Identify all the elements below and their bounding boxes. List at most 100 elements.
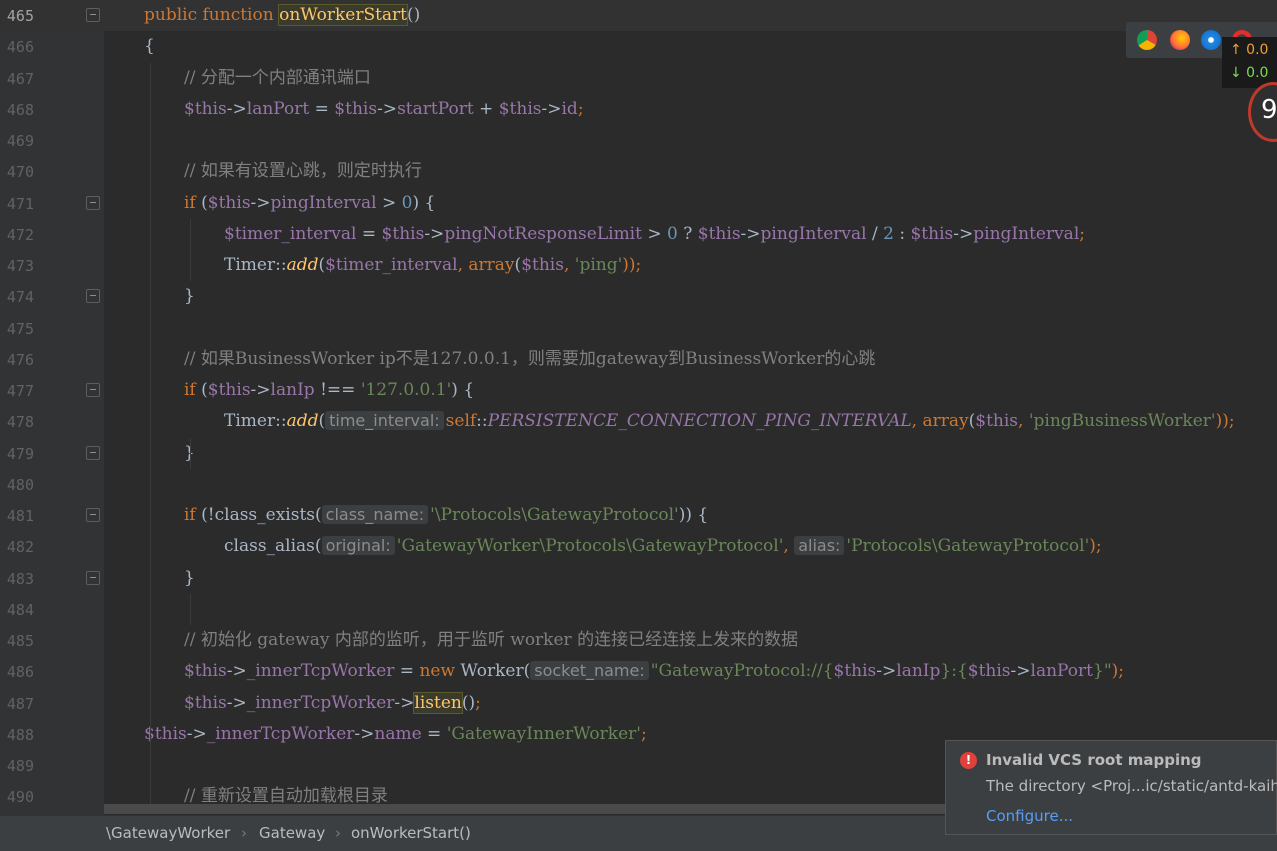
code-token: '\Protocols\GatewayProtocol' [430, 505, 679, 525]
code-text[interactable]: class_alias(original: 'GatewayWorker\Prot… [224, 535, 1102, 557]
code-line[interactable]: 487 $this->_innerTcpWorker->listen(); [0, 688, 1277, 719]
code-text[interactable]: Timer::add($timer_interval, array($this,… [224, 254, 641, 276]
code-line[interactable]: 470 // 如果有设置心跳，则定时执行 [0, 156, 1277, 187]
fold-marker-icon[interactable] [86, 508, 100, 522]
line-number: 476 [6, 350, 34, 369]
code-text[interactable]: // 如果有设置心跳，则定时执行 [184, 160, 422, 182]
code-line[interactable]: 477 if ($this->lanIp !== '127.0.0.1') { [0, 375, 1277, 406]
code-line[interactable]: 476 // 如果BusinessWorker ip不是127.0.0.1，则需要… [0, 344, 1277, 375]
code-line[interactable]: 480 [0, 469, 1277, 500]
code-text[interactable]: public function onWorkerStart() [144, 4, 420, 26]
code-token: ); [1111, 661, 1125, 682]
code-line[interactable]: 469 [0, 125, 1277, 156]
line-number: 465 [6, 7, 34, 25]
code-line[interactable]: 483} [0, 563, 1277, 594]
code-line[interactable]: 465 public function onWorkerStart() [0, 0, 1277, 31]
code-line[interactable]: 485 // 初始化 gateway 内部的监听，用于监听 worker 的连接已… [0, 625, 1277, 656]
code-text[interactable]: Timer::add(time_interval: self::PERSISTEN… [224, 410, 1235, 432]
breadcrumb-method[interactable]: onWorkerStart() [351, 824, 471, 842]
configure-link[interactable]: Configure... [986, 807, 1073, 825]
code-line[interactable]: 479} [0, 438, 1277, 469]
code-token: -> [250, 192, 271, 213]
code-token: > [376, 192, 402, 213]
code-line[interactable]: 478 Timer::add(time_interval: self::PERSIS… [0, 406, 1277, 437]
breadcrumb-class[interactable]: Gateway [259, 824, 325, 842]
code-token: if [184, 192, 196, 213]
code-line[interactable]: 471 if ($this->pingInterval > 0) { [0, 188, 1277, 219]
fold-marker-icon[interactable] [86, 570, 100, 585]
line-number: 474 [6, 288, 34, 307]
code-line[interactable]: 472 $timer_interval = $this->pingNotRespo… [0, 219, 1277, 250]
code-token: "GatewayProtocol://{ [650, 661, 834, 682]
code-token: $this [521, 255, 564, 275]
code-token: $this [381, 223, 425, 244]
code-token: $this [975, 411, 1019, 432]
fold-marker-icon[interactable] [86, 445, 100, 460]
code-line[interactable]: 484 [0, 594, 1277, 625]
code-text[interactable]: $timer_interval = $this->pingNotResponse… [224, 223, 1085, 245]
code-text[interactable]: $this->_innerTcpWorker->listen(); [184, 691, 481, 714]
breadcrumb-namespace[interactable]: \GatewayWorker [106, 824, 230, 842]
code-token: -> [953, 223, 974, 244]
code-token: if [184, 380, 196, 400]
code-text[interactable]: $this->_innerTcpWorker = new Worker(sock… [184, 660, 1124, 682]
code-text[interactable]: { [144, 35, 155, 57]
fold-marker-icon[interactable] [86, 289, 100, 304]
code-token: '127.0.0.1' [360, 380, 452, 400]
fold-marker-icon[interactable] [86, 8, 100, 22]
chevron-right-icon: › [241, 824, 247, 842]
code-text[interactable]: // 分配一个内部通讯端口 [184, 67, 371, 89]
code-token: = [421, 723, 447, 744]
code-line[interactable]: 466 { [0, 31, 1277, 62]
vcs-notification[interactable]: ! Invalid VCS root mapping The directory… [945, 740, 1277, 835]
notification-title: Invalid VCS root mapping [986, 751, 1202, 769]
code-text[interactable]: // 如果BusinessWorker ip不是127.0.0.1，则需要加ga… [184, 348, 875, 370]
indent-guide [150, 62, 151, 813]
code-token: add [286, 255, 319, 275]
code-token: :: [275, 255, 287, 275]
code-token: $this [184, 692, 227, 713]
code-line[interactable]: 468 $this->lanPort = $this->startPort + $… [0, 94, 1277, 125]
code-token: , [1018, 411, 1029, 432]
code-line[interactable]: 482 class_alias(original: 'GatewayWorker\P… [0, 531, 1277, 562]
line-number: 486 [6, 663, 34, 682]
horizontal-scrollbar[interactable] [104, 804, 945, 814]
parameter-hint: socket_name: [530, 661, 649, 681]
code-line[interactable]: 467 // 分配一个内部通讯端口 [0, 63, 1277, 94]
fold-marker-icon[interactable] [86, 195, 100, 210]
code-line[interactable]: 474} [0, 281, 1277, 312]
code-token: : [893, 223, 911, 244]
code-token: public function [144, 5, 280, 25]
firefox-icon[interactable] [1170, 30, 1190, 50]
code-text[interactable]: if ($this->pingInterval > 0) { [184, 192, 435, 214]
code-token: self [445, 411, 477, 432]
code-text[interactable]: $this->lanPort = $this->startPort + $thi… [184, 98, 584, 120]
code-text[interactable]: } [184, 285, 195, 307]
code-token: 'GatewayWorker\Protocols\GatewayProtocol… [396, 536, 784, 557]
code-token: , [783, 536, 795, 557]
line-number: 473 [6, 257, 34, 275]
code-text[interactable]: $this->_innerTcpWorker->name = 'GatewayI… [144, 723, 647, 745]
safari-icon[interactable] [1201, 30, 1221, 50]
code-text[interactable]: if ($this->lanIp !== '127.0.0.1') { [184, 379, 474, 401]
code-token: array [468, 255, 515, 275]
code-token: -> [226, 692, 247, 713]
code-token: , [457, 255, 469, 275]
code-line[interactable]: 473 Timer::add($timer_interval, array($th… [0, 250, 1277, 281]
code-token: )); [622, 255, 642, 275]
code-line[interactable]: 481 if (!class_exists(class_name: '\Protoc… [0, 500, 1277, 531]
code-token: > [641, 223, 668, 244]
code-token: = [394, 661, 420, 682]
code-text[interactable]: // 初始化 gateway 内部的监听，用于监听 worker 的连接已经连接… [184, 629, 798, 651]
code-line[interactable]: 486 $this->_innerTcpWorker = new Worker(s… [0, 656, 1277, 687]
code-text[interactable]: if (!class_exists(class_name: '\Protocols… [184, 504, 708, 526]
chrome-icon[interactable] [1137, 30, 1157, 50]
code-text[interactable]: } [184, 567, 195, 589]
code-token: ); [1089, 536, 1102, 557]
fold-marker-icon[interactable] [86, 383, 100, 397]
line-number: 478 [6, 413, 34, 432]
code-line[interactable]: 475 [0, 313, 1277, 344]
code-token: )); [1215, 411, 1235, 432]
code-token: pingNotResponseLimit [444, 223, 642, 244]
line-number: 489 [6, 757, 34, 775]
